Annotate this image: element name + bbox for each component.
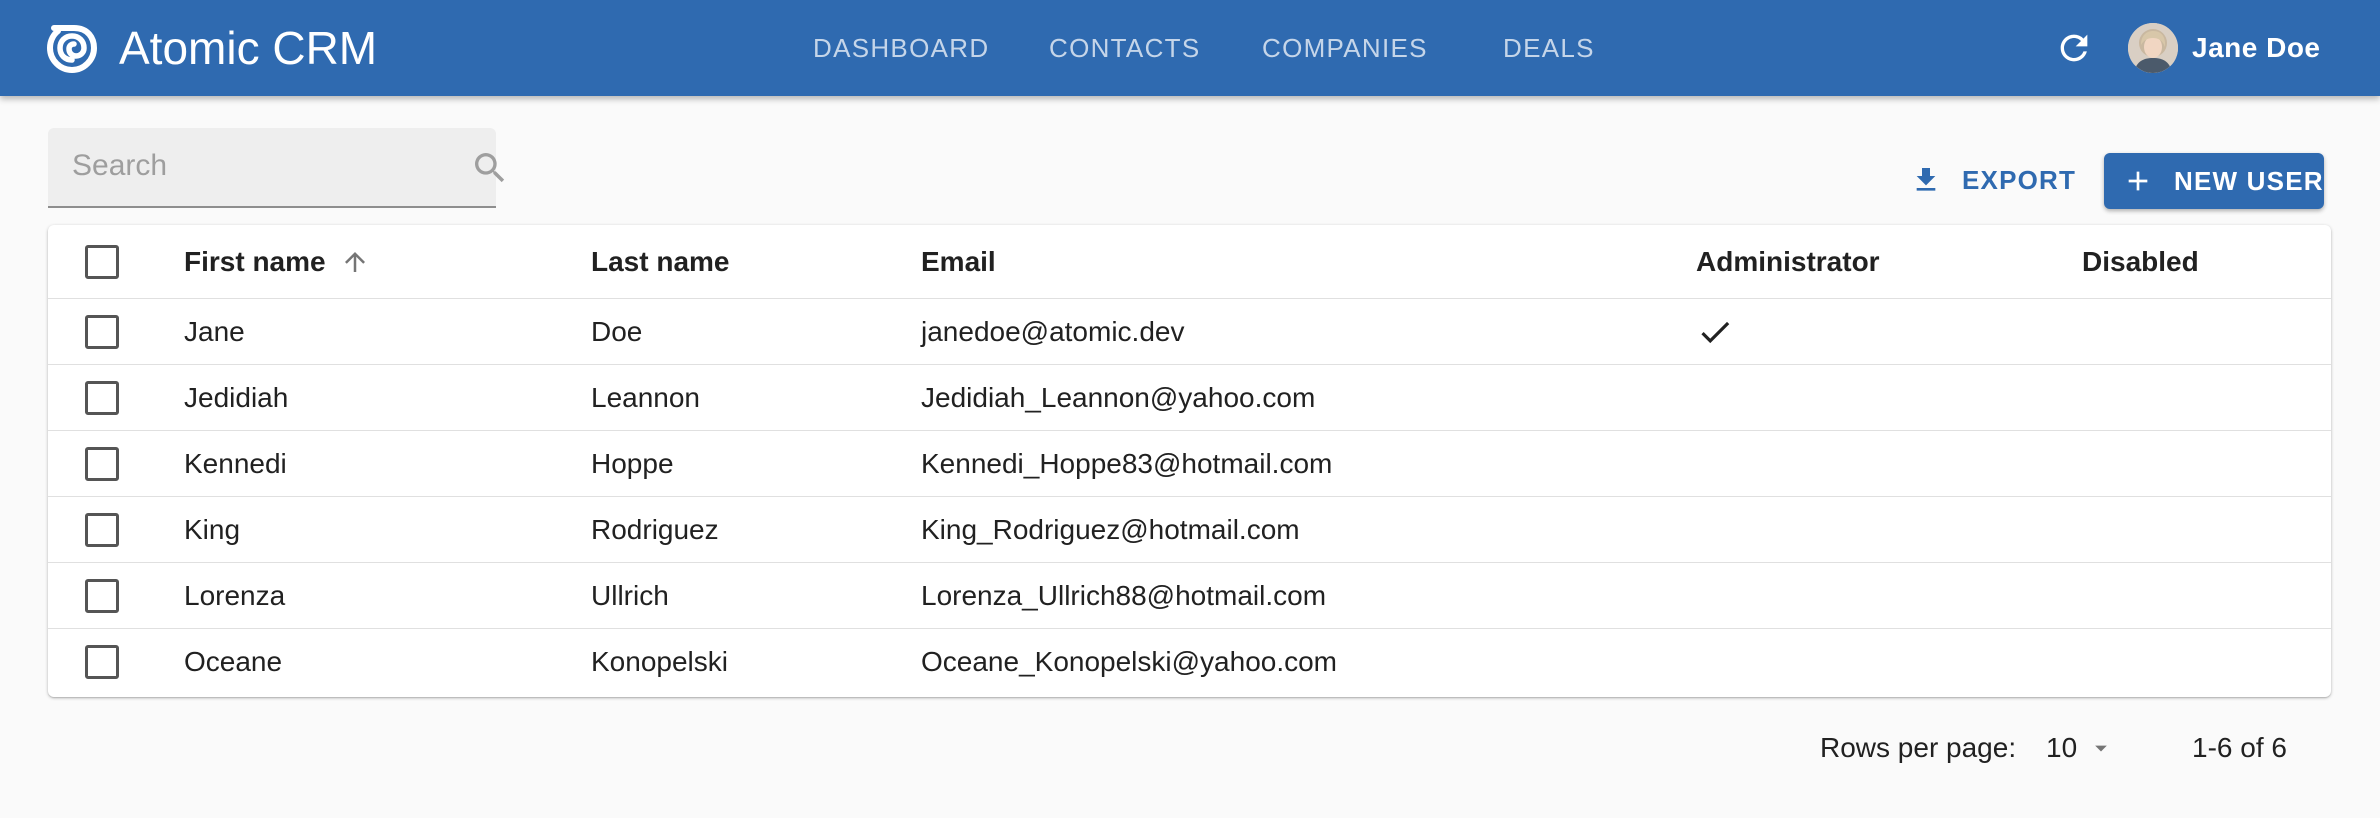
cell-last-name: Doe — [591, 315, 643, 347]
search-input[interactable] — [72, 144, 442, 188]
rows-per-page-value: 10 — [2046, 732, 2078, 763]
row-checkbox[interactable] — [85, 380, 119, 415]
nav-tab-companies[interactable]: COMPANIES — [1262, 30, 1428, 66]
column-header-last-name[interactable]: Last name — [591, 225, 730, 298]
cell-first-name: Jedidiah — [184, 381, 289, 413]
search-field[interactable] — [48, 128, 505, 208]
nav-tab-deals[interactable]: DEALS — [1503, 30, 1595, 66]
table-row[interactable]: Lorenza Ullrich Lorenza_Ullrich88@hotmail.… — [48, 563, 2331, 629]
app-title[interactable]: Atomic CRM — [119, 20, 377, 76]
plus-icon — [2122, 165, 2154, 197]
row-select-cell — [85, 299, 119, 364]
export-label: EXPORT — [1962, 164, 2077, 195]
row-select-cell — [85, 629, 119, 695]
row-checkbox[interactable] — [85, 578, 119, 613]
select-all-cell — [85, 225, 119, 298]
table-row[interactable]: Jane Doe janedoe@atomic.dev — [48, 299, 2331, 365]
column-header-administrator[interactable]: Administrator — [1696, 225, 1880, 298]
table-row[interactable]: Oceane Konopelski Oceane_Konopelski@yahoo.… — [48, 629, 2331, 695]
cell-last-name: Rodriguez — [591, 513, 719, 545]
users-table: First name Last name Email Administrator… — [48, 225, 2331, 697]
rows-per-page-select[interactable]: 10 — [2046, 728, 2118, 768]
column-header-first-name[interactable]: First name — [184, 225, 370, 298]
cell-first-name: Lorenza — [184, 579, 286, 611]
row-select-cell — [85, 497, 119, 562]
user-menu-name[interactable]: Jane Doe — [2192, 30, 2321, 66]
column-header-disabled[interactable]: Disabled — [2082, 225, 2199, 298]
cell-email: Oceane_Konopelski@yahoo.com — [921, 646, 1338, 677]
select-all-checkbox[interactable] — [85, 244, 119, 279]
cell-last-name: Ullrich — [591, 579, 669, 611]
cell-first-name: Kennedi — [184, 447, 287, 479]
download-icon — [1910, 164, 1942, 196]
cell-email: Jedidiah_Leannon@yahoo.com — [921, 381, 1316, 413]
cell-administrator — [1696, 299, 1734, 364]
cell-first-name: Jane — [184, 315, 245, 347]
cell-email: Lorenza_Ullrich88@hotmail.com — [921, 579, 1327, 611]
new-user-button[interactable]: NEW USER — [2104, 153, 2324, 209]
arrow-up-icon — [340, 247, 370, 277]
table-row[interactable]: King Rodriguez King_Rodriguez@hotmail.com — [48, 497, 2331, 563]
row-select-cell — [85, 563, 119, 628]
column-header-email[interactable]: Email — [921, 225, 996, 298]
row-select-cell — [85, 431, 119, 496]
cell-last-name: Leannon — [591, 381, 701, 413]
check-icon — [1696, 313, 1734, 351]
new-user-label: NEW USER — [2174, 165, 2324, 196]
cell-last-name: Hoppe — [591, 447, 674, 479]
cell-email: janedoe@atomic.dev — [921, 315, 1185, 347]
row-checkbox[interactable] — [85, 314, 119, 349]
app-bar: Atomic CRM DASHBOARD CONTACTS COMPANIES … — [0, 0, 2380, 96]
refresh-button[interactable] — [2050, 24, 2098, 72]
column-header-label: First name — [184, 245, 326, 277]
export-button[interactable]: EXPORT — [1910, 152, 2090, 208]
table-row[interactable]: Kennedi Hoppe Kennedi_Hoppe83@hotmail.com — [48, 431, 2331, 497]
row-select-cell — [85, 365, 119, 430]
cell-email: Kennedi_Hoppe83@hotmail.com — [921, 447, 1333, 479]
table-header: First name Last name Email Administrator… — [48, 225, 2331, 299]
row-checkbox[interactable] — [85, 645, 119, 679]
nav-tab-dashboard[interactable]: DASHBOARD — [813, 30, 989, 66]
caret-down-icon — [2087, 734, 2115, 762]
refresh-icon — [2060, 34, 2088, 62]
cell-email: King_Rodriguez@hotmail.com — [921, 513, 1300, 545]
rows-per-page-label: Rows per page: — [1820, 732, 2017, 763]
swirl-logo-icon[interactable] — [44, 20, 100, 76]
cell-first-name: King — [184, 513, 241, 545]
cell-last-name: Konopelski — [591, 646, 728, 677]
row-checkbox[interactable] — [85, 446, 119, 481]
cell-first-name: Oceane — [184, 646, 283, 677]
nav-tab-contacts[interactable]: CONTACTS — [1049, 30, 1200, 66]
row-checkbox[interactable] — [85, 512, 119, 547]
search-icon — [470, 148, 510, 193]
pagination-range: 1-6 of 6 — [2192, 732, 2287, 763]
table-row[interactable]: Jedidiah Leannon Jedidiah_Leannon@yahoo.co… — [48, 365, 2331, 431]
avatar[interactable] — [2128, 23, 2178, 73]
